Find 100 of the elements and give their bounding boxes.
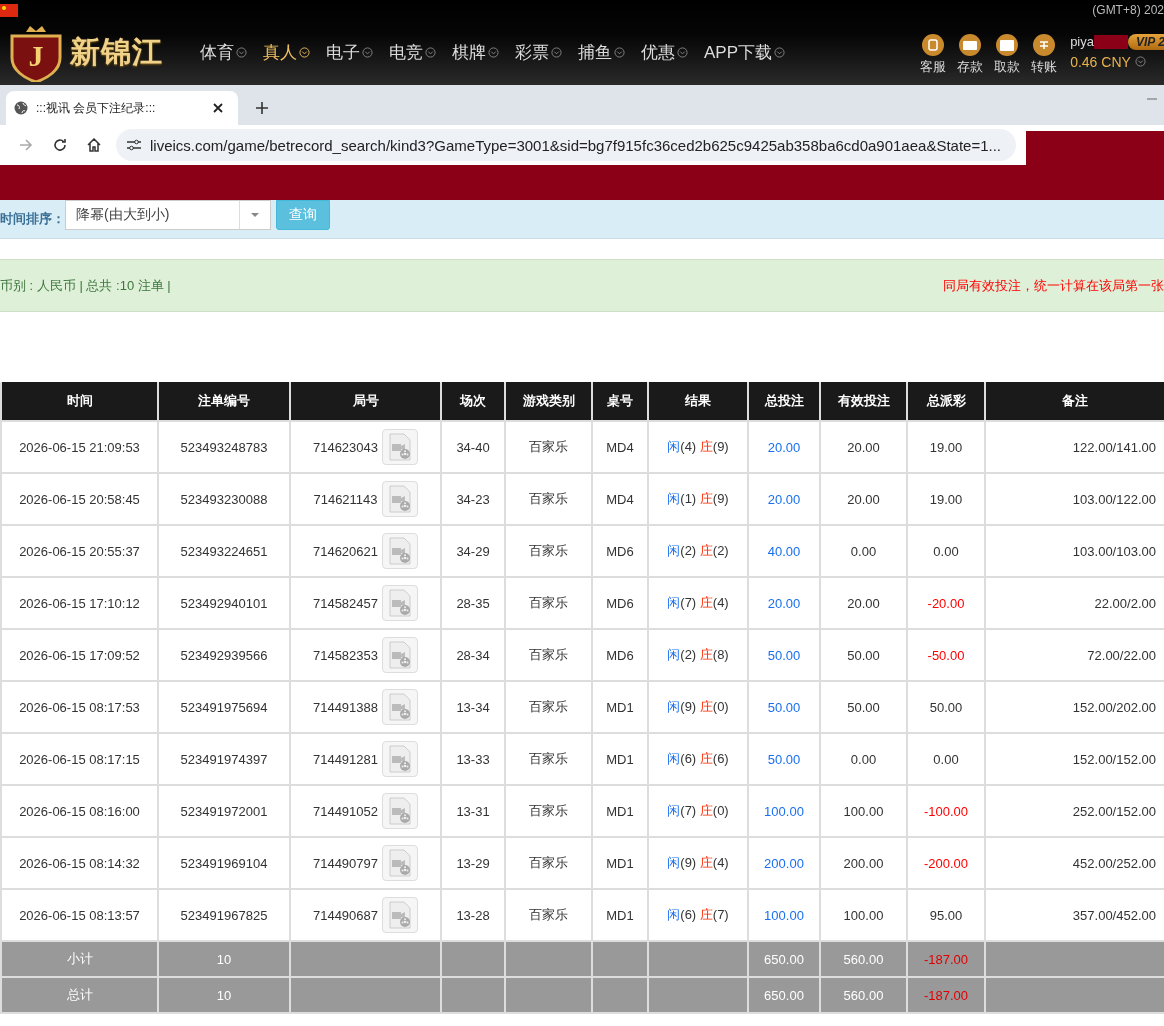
nav-item[interactable]: 优惠 — [633, 41, 696, 64]
video-file-icon — [387, 901, 414, 929]
table-cell: 200.00 — [748, 837, 820, 889]
table-cell: 0.00 — [907, 525, 985, 577]
column-header: 有效投注 — [820, 382, 907, 421]
account-action[interactable]: 存款 — [955, 33, 985, 76]
logo-text: 新锦江 — [70, 34, 163, 70]
video-button[interactable] — [382, 897, 419, 933]
video-button[interactable] — [381, 481, 418, 517]
total-cell: 560.00 — [820, 941, 907, 977]
video-button[interactable] — [382, 429, 419, 465]
video-button[interactable] — [382, 637, 419, 673]
video-file-icon — [387, 589, 414, 617]
table-cell: 523491975694 — [158, 681, 290, 733]
total-cell: -187.00 — [907, 941, 985, 977]
total-cell: 10 — [158, 941, 290, 977]
video-file-icon — [387, 797, 414, 825]
nav-item[interactable]: 捕鱼 — [570, 41, 633, 64]
username: piya — [1070, 34, 1094, 49]
table-cell: 20.00 — [820, 473, 907, 525]
account-action[interactable]: 转账 — [1029, 33, 1059, 76]
table-cell: 2026-06-15 08:17:15 — [1, 733, 158, 785]
total-cell: 650.00 — [748, 941, 820, 977]
home-icon — [87, 138, 101, 152]
nav-item[interactable]: 彩票 — [507, 41, 570, 64]
balance-text: 0.46 CNY — [1070, 53, 1164, 70]
table-cell: 19.00 — [907, 473, 985, 525]
arrow-right-icon — [19, 139, 33, 151]
column-header: 总投注 — [748, 382, 820, 421]
tab-title: :::视讯 会员下注纪录::: — [36, 99, 157, 117]
table-cell: 50.00 — [748, 681, 820, 733]
table-cell: 2026-06-15 08:14:32 — [1, 837, 158, 889]
vip-badge: VIP 2 — [1128, 33, 1164, 50]
notice-text: 同局有效投注，统一计算在该局第一张 — [943, 276, 1164, 295]
column-header: 备注 — [985, 382, 1164, 421]
caret-icon — [251, 213, 259, 217]
table-cell: 2026-06-15 08:16:00 — [1, 785, 158, 837]
round-number: 714582353 — [312, 647, 379, 663]
video-button[interactable] — [382, 741, 419, 777]
video-button[interactable] — [382, 533, 419, 569]
nav-item[interactable]: 真人 — [255, 41, 318, 64]
result-cell: 闲(7) 庄(4) — [648, 577, 748, 629]
site-info-icon — [126, 138, 142, 152]
video-file-icon — [387, 641, 414, 669]
account-action[interactable]: 取款 — [992, 33, 1022, 76]
table-cell: 100.00 — [820, 785, 907, 837]
table-cell: MD6 — [592, 629, 648, 681]
table-cell: -200.00 — [907, 837, 985, 889]
column-header: 游戏类别 — [505, 382, 592, 421]
account-action[interactable]: 客服 — [918, 33, 948, 76]
table-cell: 523493230088 — [158, 473, 290, 525]
column-header: 总派彩 — [907, 382, 985, 421]
browser-tab[interactable]: :::视讯 会员下注纪录::: — [6, 91, 238, 125]
result-cell: 闲(9) 庄(0) — [648, 681, 748, 733]
column-header: 结果 — [648, 382, 748, 421]
table-cell: 20.00 — [820, 577, 907, 629]
video-button[interactable] — [382, 689, 419, 725]
table-cell: 50.00 — [820, 681, 907, 733]
round-number: 714491388 — [312, 699, 379, 715]
nav-item[interactable]: 棋牌 — [444, 41, 507, 64]
table-cell: 40.00 — [748, 525, 820, 577]
total-label: 总计 — [1, 977, 158, 1013]
table-cell: MD1 — [592, 733, 648, 785]
round-number: 714621143 — [313, 491, 378, 507]
timezone-text: (GMT+8) 202 — [1092, 3, 1164, 17]
video-button[interactable] — [382, 845, 419, 881]
round-number: 714582457 — [312, 595, 379, 611]
table-cell: 2026-06-15 08:17:53 — [1, 681, 158, 733]
total-cell: 560.00 — [820, 977, 907, 1013]
round-number: 714620621 — [312, 543, 379, 559]
round-number: 714490797 — [312, 855, 379, 871]
video-file-icon — [387, 537, 414, 565]
sort-select[interactable]: 降幂(由大到小) — [65, 200, 271, 230]
table-cell: 50.00 — [820, 629, 907, 681]
table-cell: 523491974397 — [158, 733, 290, 785]
total-cell: 10 — [158, 977, 290, 1013]
video-button[interactable] — [382, 793, 419, 829]
globe-icon — [14, 101, 28, 115]
total-label: 小计 — [1, 941, 158, 977]
nav-item[interactable]: APP下载 — [696, 41, 794, 64]
table-cell: MD4 — [592, 473, 648, 525]
table-cell: 50.00 — [748, 733, 820, 785]
nav-item[interactable]: 体育 — [192, 41, 255, 64]
result-cell: 闲(9) 庄(4) — [648, 837, 748, 889]
video-button[interactable] — [382, 585, 419, 621]
table-cell: 0.00 — [820, 733, 907, 785]
nav-item[interactable]: 电子 — [318, 41, 381, 64]
table-cell: 13-34 — [441, 681, 505, 733]
chevron-down-icon — [551, 47, 562, 58]
video-file-icon — [387, 433, 414, 461]
table-cell: 2026-06-15 20:55:37 — [1, 525, 158, 577]
column-header: 时间 — [1, 382, 158, 421]
table-cell: 523491972001 — [158, 785, 290, 837]
chevron-down-icon — [1134, 56, 1146, 67]
video-file-icon — [387, 745, 414, 773]
round-number: 714491052 — [312, 803, 379, 819]
nav-item[interactable]: 电竞 — [381, 41, 444, 64]
table-cell: 20.00 — [820, 421, 907, 473]
address-field[interactable]: liveics.com/game/betrecord_search/kind3?GameType=3001&sid=bg7f915fc36ced2b625c9425ab358ba6cd0a901aea&State=1... — [116, 129, 1016, 161]
video-file-icon — [387, 849, 414, 877]
